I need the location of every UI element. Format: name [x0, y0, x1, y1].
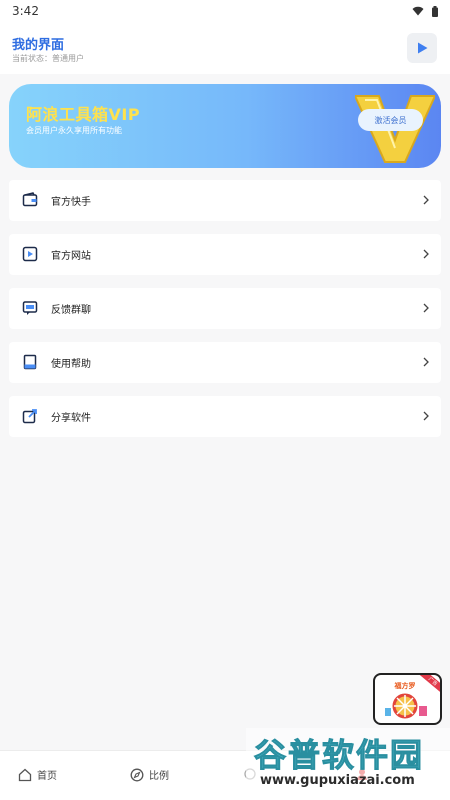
menu-list: 官方快手 官方网站 反馈群聊 使用帮助 分享软件 [9, 180, 441, 450]
chevron-right-icon [423, 411, 429, 421]
book-icon [23, 354, 37, 370]
watermark: 谷普软件园 www.gupuxiazai.com [246, 728, 450, 800]
watermark-url: www.gupuxiazai.com [260, 773, 415, 788]
nav-item-home[interactable]: 首页 [18, 767, 57, 782]
status-time: 3:42 [12, 4, 39, 18]
nav-label: 比例 [149, 771, 169, 782]
compass-icon [130, 768, 144, 781]
menu-item-share-app[interactable]: 分享软件 [9, 396, 441, 437]
menu-label: 官方快手 [51, 197, 91, 208]
ad-text: 福方罗 [394, 682, 416, 690]
nav-label: 首页 [37, 771, 57, 782]
menu-label: 官方网站 [51, 251, 91, 262]
menu-item-feedback-group[interactable]: 反馈群聊 [9, 288, 441, 329]
chat-icon [22, 301, 38, 315]
watermark-title: 谷普软件园 [253, 736, 425, 775]
status-icons [412, 5, 438, 17]
header: 我的界面 当前状态：普通用户 [0, 22, 450, 74]
prize-wheel-icon [385, 693, 427, 719]
play-button[interactable] [407, 33, 437, 63]
chevron-right-icon [423, 357, 429, 367]
floating-ad[interactable]: 广告 福方罗 [373, 673, 442, 725]
menu-item-official-website[interactable]: 官方网站 [9, 234, 441, 275]
menu-item-help[interactable]: 使用帮助 [9, 342, 441, 383]
menu-label: 反馈群聊 [51, 305, 91, 316]
nav-item-scale[interactable]: 比例 [130, 767, 169, 782]
play-icon [418, 42, 428, 54]
chevron-right-icon [423, 195, 429, 205]
vip-subtitle: 会员用户永久享用所有功能 [26, 126, 122, 135]
menu-label: 分享软件 [51, 413, 91, 424]
chevron-right-icon [423, 303, 429, 313]
activate-vip-button[interactable]: 激活会员 [358, 109, 423, 131]
share-icon [22, 409, 37, 424]
vip-banner[interactable]: 阿浪工具箱VIP 会员用户永久享用所有功能 激活会员 [9, 84, 441, 168]
wifi-icon [412, 6, 424, 16]
chevron-right-icon [423, 249, 429, 259]
vip-title: 阿浪工具箱VIP [26, 105, 141, 124]
page-title: 我的界面 [12, 38, 65, 53]
wallet-icon [22, 192, 38, 207]
status-bar: 3:42 [0, 0, 450, 22]
user-status: 当前状态：普通用户 [12, 54, 84, 63]
battery-icon [432, 5, 438, 17]
menu-label: 使用帮助 [51, 359, 91, 370]
play-box-icon [22, 246, 38, 262]
menu-item-official-kuaishou[interactable]: 官方快手 [9, 180, 441, 221]
home-icon [18, 768, 32, 781]
